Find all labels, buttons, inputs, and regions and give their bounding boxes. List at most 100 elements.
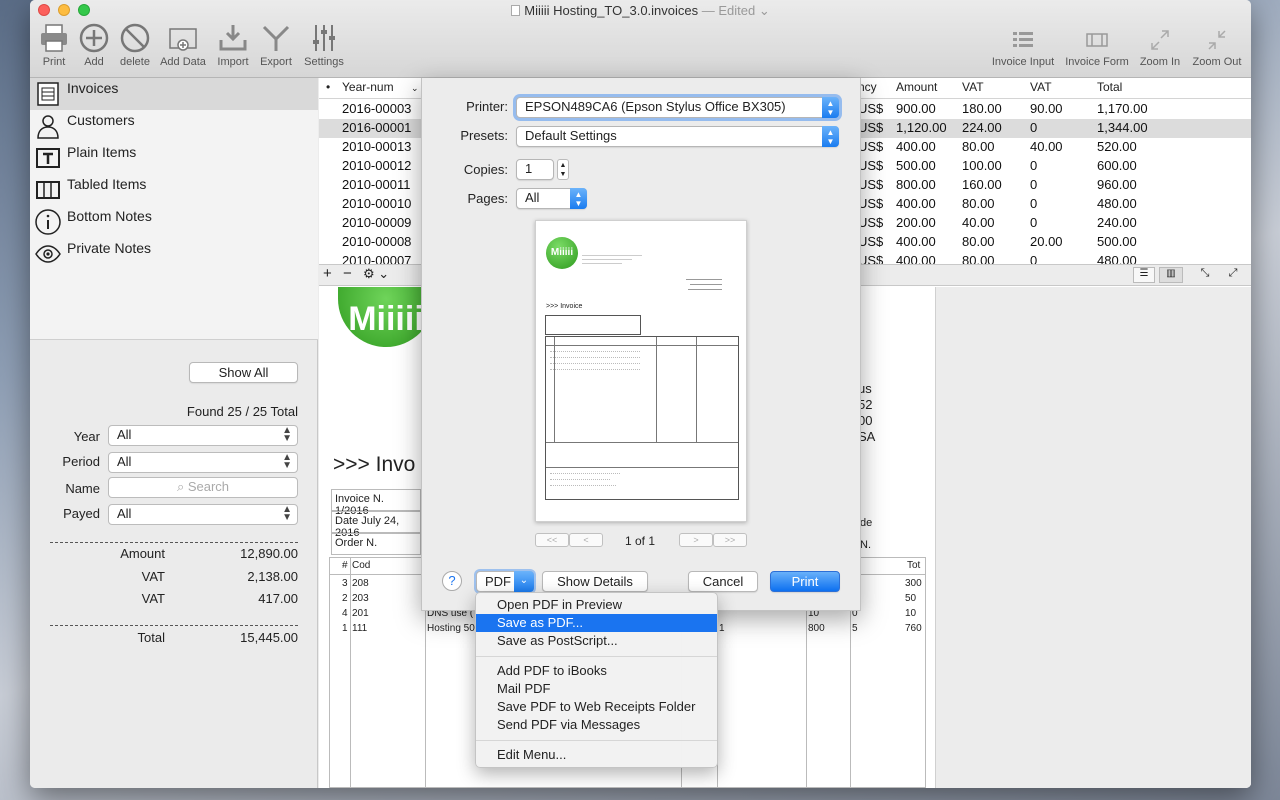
chevron-down-icon[interactable]: ⌄ [411, 83, 419, 94]
column-header-vat[interactable]: VAT [962, 80, 984, 94]
thumb-table [545, 336, 739, 500]
sidebar-item-customers[interactable]: Customers [30, 110, 318, 142]
item-cell-n: 2 [342, 593, 348, 604]
last-page-button[interactable]: >> [713, 533, 747, 547]
zoom-in-toolbar-button[interactable]: Zoom In [1136, 26, 1184, 68]
sidebar-item-invoices[interactable]: Invoices [30, 78, 318, 110]
table-cell: 0 [1030, 196, 1038, 211]
form-view-icon[interactable]: ▥ [1159, 267, 1183, 283]
menu-item-edit-menu[interactable]: Edit Menu... [476, 746, 717, 764]
delete-label: delete [120, 56, 150, 68]
prohibit-icon [120, 23, 150, 53]
column-header-total[interactable]: Total [1097, 80, 1122, 94]
print-dialog: Printer: EPSON489CA6 (Epson Stylus Offic… [421, 78, 861, 611]
copies-input[interactable]: 1 [516, 159, 554, 180]
found-count: Found 25 / 25 Total [186, 404, 298, 419]
chevron-down-icon: ⌄ [514, 571, 534, 592]
collapse-icon[interactable]: ⤡ [1195, 267, 1215, 283]
thumb-line [690, 284, 722, 285]
plus-circle-icon [79, 23, 109, 53]
menu-item-save-as-postscript[interactable]: Save as PostScript... [476, 632, 717, 650]
menu-item-add-pdf-ibooks[interactable]: Add PDF to iBooks [476, 662, 717, 680]
sidebar-item-label: Invoices [67, 80, 119, 96]
menu-item-send-pdf-messages[interactable]: Send PDF via Messages [476, 716, 717, 734]
help-button[interactable]: ? [442, 571, 462, 591]
table-cell: 80.00 [962, 234, 995, 249]
thumb-line [696, 337, 697, 442]
table-cell: US$ [858, 215, 884, 230]
table-cell: 2010-00012 [342, 158, 412, 173]
period-select[interactable]: All ▲ ▼ [108, 452, 298, 473]
table-cell: 2010-00013 [342, 139, 412, 154]
next-page-button[interactable]: > [679, 533, 713, 547]
table-cell: 2010-00008 [342, 234, 412, 249]
item-cell-code: 201 [352, 608, 369, 619]
year-select[interactable]: All ▲ ▼ [108, 425, 298, 446]
pdf-label: PDF [485, 574, 511, 589]
printer-select[interactable]: EPSON489CA6 (Epson Stylus Office BX305) ▲… [516, 97, 839, 118]
cancel-button[interactable]: Cancel [688, 571, 758, 592]
column-header-amount[interactable]: Amount [896, 80, 937, 94]
sidebar-item-tabled-items[interactable]: Tabled Items [30, 174, 318, 206]
thumb-line [582, 259, 632, 260]
menu-item-save-web-receipts[interactable]: Save PDF to Web Receipts Folder [476, 698, 717, 716]
sidebar-item-private-notes[interactable]: Private Notes [30, 238, 318, 270]
amount-value: 12,890.00 [240, 546, 298, 561]
column-header-year-num[interactable]: Year-num [342, 80, 394, 94]
import-icon [219, 25, 247, 51]
copies-stepper[interactable]: ▲ ▼ [557, 159, 569, 180]
table-cell: 20.00 [1030, 234, 1063, 249]
expand-icon[interactable]: ⤢ [1223, 267, 1243, 283]
copies-value: 1 [525, 161, 533, 176]
add-data-toolbar-button[interactable]: Add Data [155, 22, 211, 68]
table-cell: 40.00 [1030, 139, 1063, 154]
invoice-input-toolbar-button[interactable]: Invoice Input [988, 26, 1058, 68]
presets-select[interactable]: Default Settings ▲ ▼ [516, 126, 839, 147]
name-search-input[interactable]: ⌕ Search [108, 477, 298, 498]
gear-icon[interactable]: ⚙ ⌄ [363, 266, 389, 282]
column-header-dot[interactable]: • [326, 80, 330, 94]
pages-select[interactable]: All ▲ ▼ [516, 188, 587, 209]
items-col-tot: Tot [907, 560, 921, 571]
item-cell-tot: 50 [905, 593, 917, 604]
logo-text: Miiiii [348, 300, 424, 338]
import-label: Import [217, 56, 249, 68]
pages-label: Pages: [467, 191, 508, 206]
invoice-date: Date July 24, 2016 [331, 511, 421, 539]
remove-row-icon[interactable]: − [343, 265, 352, 282]
edited-status: — Edited [701, 3, 756, 18]
payed-select[interactable]: All ▲ ▼ [108, 504, 298, 525]
items-col-code: Cod [352, 560, 371, 571]
zoom-out-toolbar-button[interactable]: Zoom Out [1188, 26, 1246, 68]
first-page-button[interactable]: << [535, 533, 569, 547]
menu-item-mail-pdf[interactable]: Mail PDF [476, 680, 717, 698]
item-cell-code: 203 [352, 593, 369, 604]
show-all-button[interactable]: Show All [189, 362, 298, 383]
previous-page-button[interactable]: < [569, 533, 603, 547]
thumb-line [550, 485, 616, 486]
show-details-button[interactable]: Show Details [542, 571, 648, 592]
invoice-heading: >>> Invo [333, 453, 416, 476]
table-cell: 180.00 [962, 101, 1002, 116]
print-button[interactable]: Print [770, 571, 840, 592]
pdf-menu-button[interactable]: PDF ⌄ [476, 571, 534, 592]
menu-separator [476, 740, 717, 741]
period-label: Period [62, 454, 100, 469]
sidebar-item-bottom-notes[interactable]: Bottom Notes [30, 206, 318, 238]
invoice-form-toolbar-button[interactable]: Invoice Form [1062, 26, 1132, 68]
list-view-icon[interactable]: ☰ [1133, 267, 1155, 283]
thumb-line [554, 337, 555, 442]
item-cell-tot: 760 [905, 623, 922, 634]
menu-item-save-as-pdf[interactable]: Save as PDF... [476, 614, 717, 632]
column-header-vat2[interactable]: VAT [1030, 80, 1052, 94]
sidebar-item-plain-items[interactable]: Plain Items [30, 142, 318, 174]
settings-toolbar-button[interactable]: Settings [296, 22, 352, 68]
add-row-icon[interactable]: + [323, 265, 332, 282]
updown-chevron-icon: ▲ ▼ [822, 126, 839, 147]
invoice-icon [37, 82, 59, 106]
chevron-down-icon[interactable]: ⌄ [759, 3, 770, 18]
menu-item-open-pdf-preview[interactable]: Open PDF in Preview [476, 596, 717, 614]
thumb-line [550, 479, 610, 480]
item-cell-tot: 300 [905, 578, 922, 589]
app-window: Miiiii Hosting_TO_3.0.invoices — Edited … [30, 0, 1251, 788]
